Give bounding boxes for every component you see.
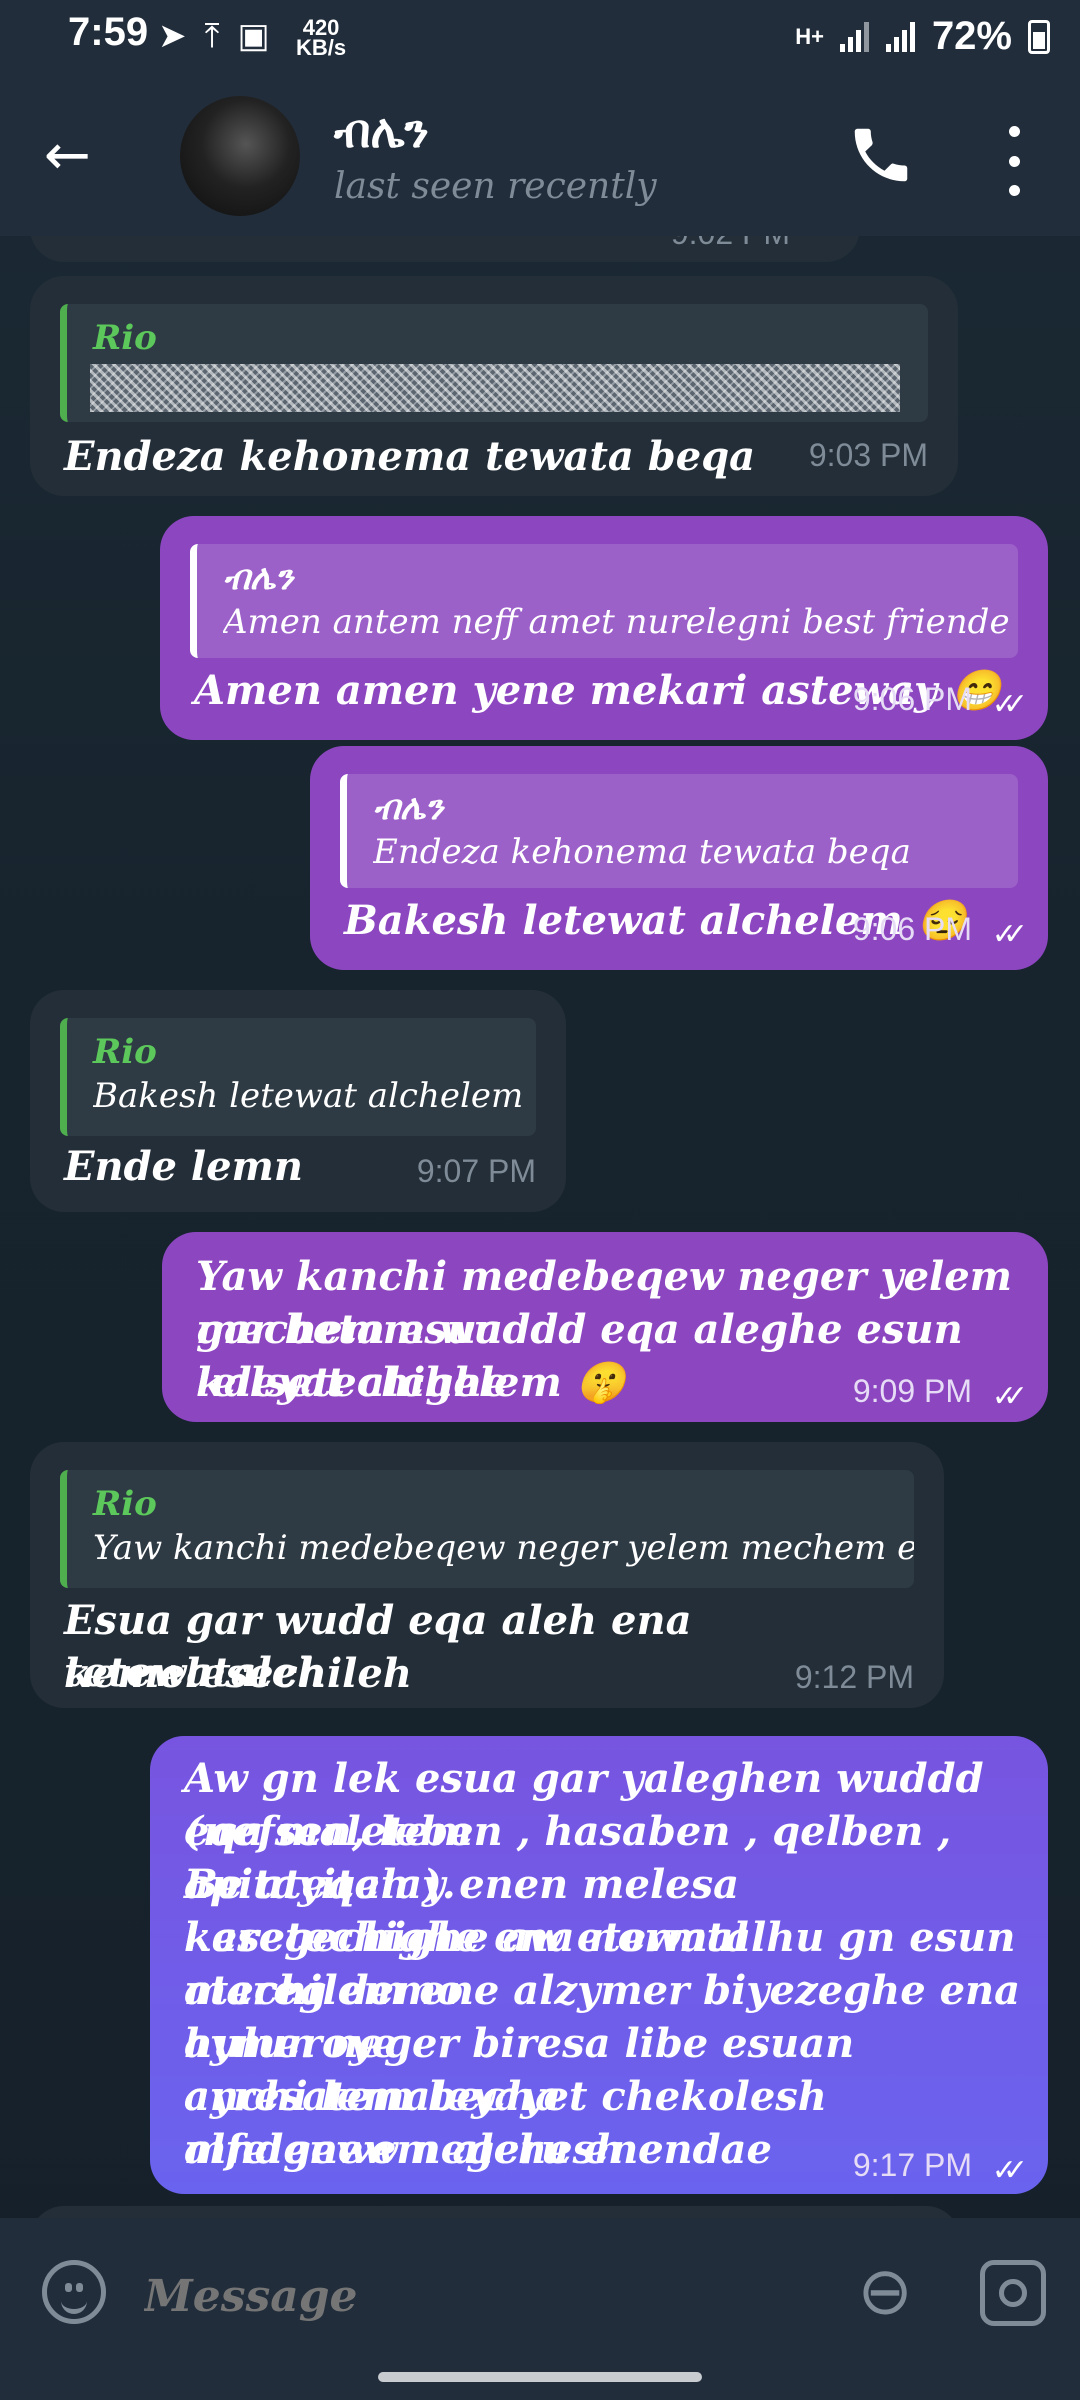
redacted-reply-text (90, 364, 900, 412)
message-time: 9:03 PM (808, 437, 928, 473)
upload-icon: ⤒ (204, 16, 220, 55)
message-time: 9:06 PM (852, 681, 972, 717)
contact-name[interactable]: ብሌን (334, 104, 429, 160)
status-right-icons: H+ 72% (795, 14, 1050, 59)
read-ticks-icon: ✓✓ (991, 1379, 1028, 1414)
attach-icon[interactable]: ⊘ (835, 2241, 937, 2343)
message-bubble-outgoing[interactable]: Yaw kanchi medebeqew neger yelem mechem … (162, 1232, 1048, 1422)
message-text-line: leleyat alchelem 🤫 (196, 1359, 626, 1406)
reply-author: Rio (93, 1484, 157, 1524)
reply-preview[interactable]: Rio Bakesh letewat alchelem 😔 (60, 1018, 536, 1136)
message-time: 9:02 PM (671, 236, 790, 252)
network-speed-unit: KB/s (296, 35, 347, 60)
reply-author: Rio (93, 318, 157, 358)
read-ticks-icon: ✓✓ (991, 917, 1028, 952)
reply-text: Bakesh letewat alchelem 😔 (93, 1076, 536, 1116)
message-time: 9:12 PM (794, 1659, 914, 1695)
home-indicator[interactable] (378, 2372, 702, 2382)
reply-author: ብሌን (373, 788, 444, 828)
reply-preview[interactable]: Rio Yaw kanchi medebeqew neger yelem mec… (60, 1470, 914, 1588)
reply-text: Amen antem neff amet nurelegni best frie… (223, 602, 1010, 642)
status-time: 7:59 (68, 10, 149, 54)
reply-author: Rio (93, 1032, 157, 1072)
read-ticks-icon: ✓✓ (991, 2153, 1028, 2188)
status-bar: 7:59 ➤ ⤒ ▣ 420 KB/s H+ 72% (0, 0, 1080, 76)
message-text: Endeza kehonema tewata beqa (64, 433, 756, 480)
message-time: 9:06 PM (852, 911, 972, 947)
message-time: 9:07 PM (416, 1153, 536, 1189)
reply-preview[interactable]: ብሌን Endeza kehonema tewata beqa (340, 774, 1018, 888)
avatar[interactable] (180, 96, 300, 216)
reply-author: ብሌን (223, 558, 294, 598)
emoji-icon[interactable] (42, 2260, 106, 2324)
last-seen-status: last seen recently (334, 166, 657, 207)
message-list[interactable]: 9:02 PM Rio Endeza kehonema tewata beqa … (0, 236, 1080, 2218)
image-icon: ▣ (237, 17, 270, 55)
back-arrow-icon[interactable]: ← (44, 126, 108, 190)
message-text-line: tetewataleh (64, 1649, 327, 1696)
signal-icon (885, 21, 916, 52)
message-input[interactable] (142, 2260, 826, 2332)
message-bubble-incoming[interactable]: Rio Bakesh letewat alchelem 😔 Ende lemn … (30, 990, 566, 1212)
chat-header: ← ብሌን last seen recently (0, 76, 1080, 236)
message-bubble-incoming[interactable]: 9:02 PM (30, 236, 860, 262)
status-notification-icons: ➤ ⤒ ▣ (158, 16, 270, 56)
reply-preview[interactable]: ብሌን Amen antem neff amet nurelegni best … (190, 544, 1018, 658)
more-vertical-icon[interactable] (996, 126, 1032, 196)
message-bubble-outgoing[interactable]: ብሌን Amen antem neff amet nurelegni best … (160, 516, 1048, 740)
telegram-icon: ➤ (158, 17, 187, 55)
reply-text: Endeza kehonema tewata beqa (373, 832, 911, 872)
network-type: H+ (795, 23, 824, 49)
battery-icon (1028, 19, 1050, 54)
read-ticks-icon: ✓✓ (991, 687, 1028, 722)
message-time: 9:09 PM (852, 1373, 972, 1409)
battery-percent: 72% (931, 14, 1012, 58)
camera-icon[interactable] (980, 2260, 1046, 2326)
message-bubble-outgoing[interactable]: ብሌን Endeza kehonema tewata beqa Bakesh l… (310, 746, 1048, 970)
message-bubble-outgoing[interactable]: Aw gn lek esua gar yaleghen wuddd eqa ma… (150, 1736, 1048, 2194)
message-time: 9:17 PM (852, 2147, 972, 2183)
message-text-line: alfelgewem alchesh endae (184, 2126, 772, 2173)
message-bubble-incoming[interactable]: Rio Yaw kanchi medebeqew neger yelem mec… (30, 1442, 944, 1708)
phone-icon[interactable] (846, 120, 916, 190)
signal-icon (839, 21, 870, 52)
message-bubble-incoming[interactable] (30, 2206, 960, 2218)
message-text: Ende lemn (64, 1143, 303, 1190)
network-speed: 420 KB/s (296, 17, 347, 60)
reply-text: Yaw kanchi medebeqew neger yelem mechem … (93, 1528, 914, 1568)
